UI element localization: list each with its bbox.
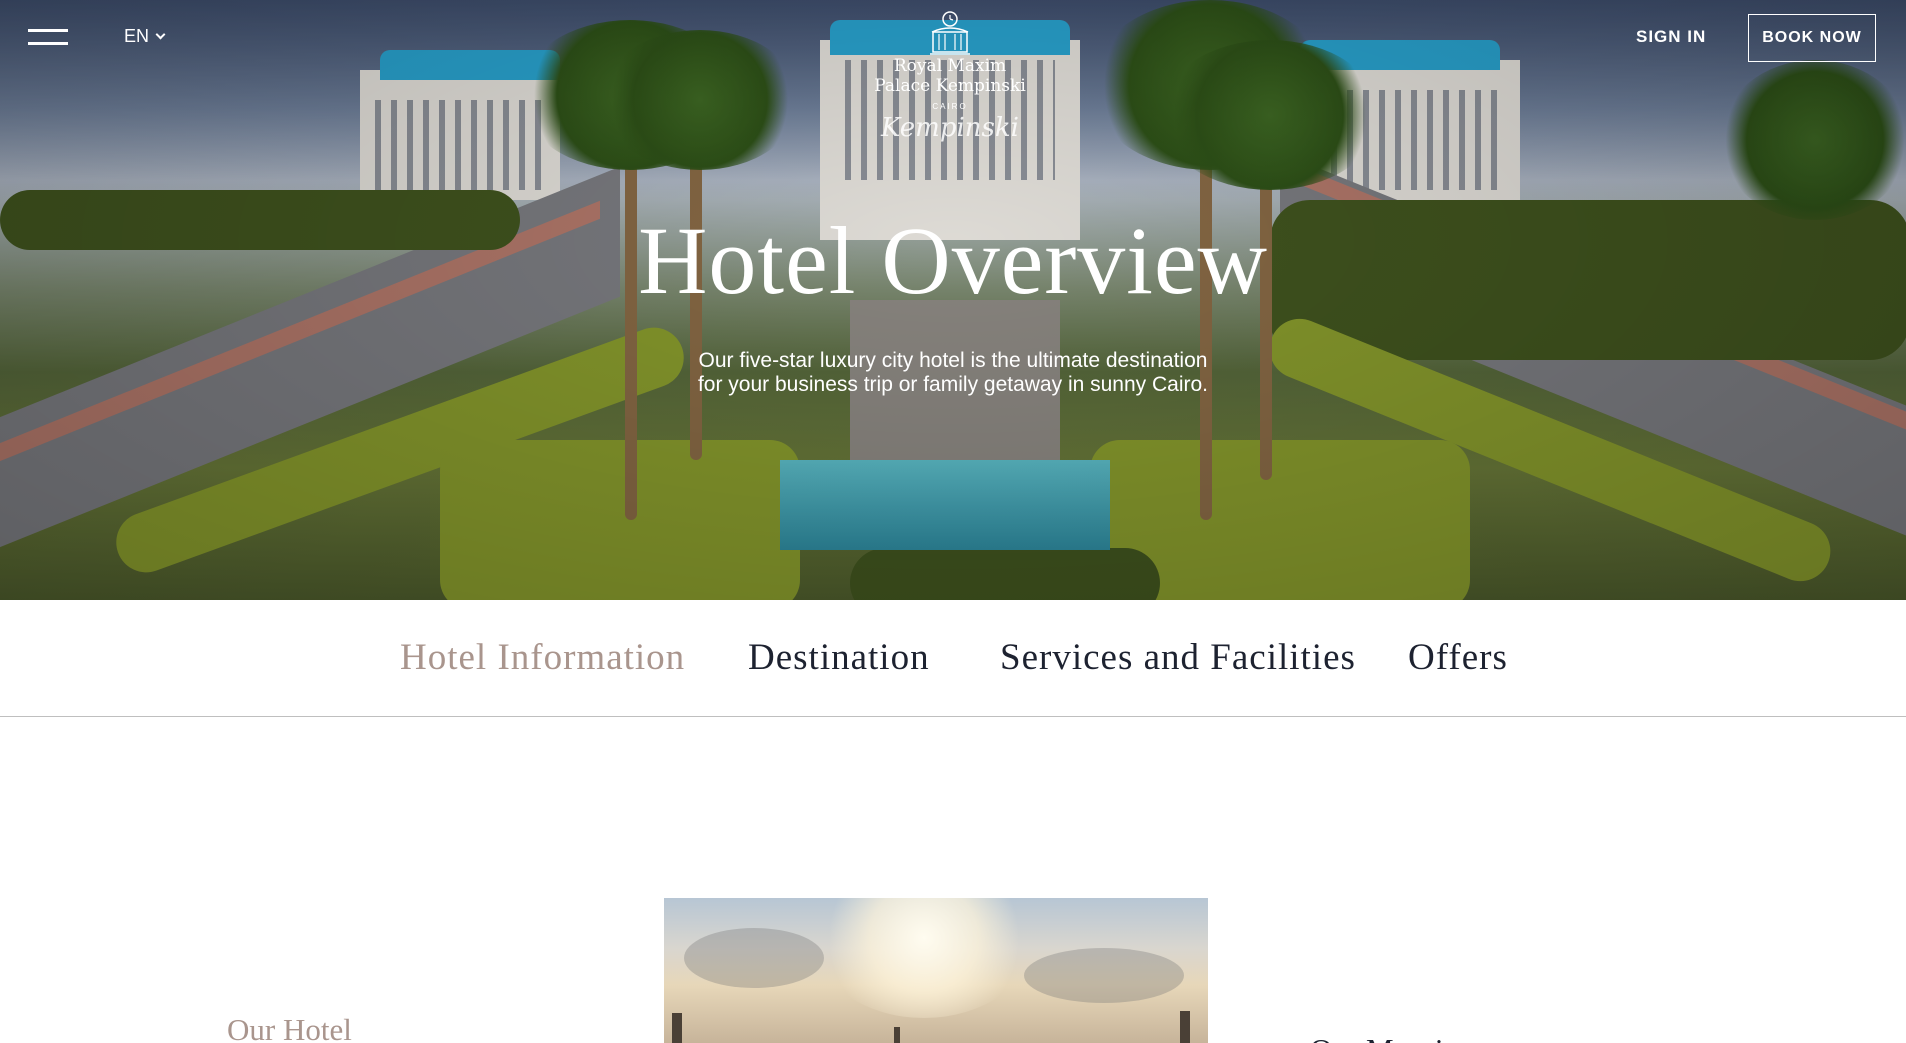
image-spire-right — [1180, 1011, 1190, 1043]
section-tabs: Hotel Information Destination Services a… — [0, 600, 1906, 717]
hamburger-icon-bar — [28, 42, 68, 45]
hero-subtitle-line2: for your business trip or family getaway… — [697, 373, 1209, 396]
hero-banner: EN Royal Maxim Palace Kempinski CAIRO Ke… — [0, 0, 1906, 600]
hotel-logo[interactable]: Royal Maxim Palace Kempinski CAIRO Kempi… — [860, 10, 1040, 143]
hero-subtitle-line1: Our five-star luxury city hotel is the u… — [698, 349, 1208, 372]
logo-script: Kempinski — [881, 113, 1019, 143]
logo-name-line2: Palace Kempinski — [874, 76, 1026, 96]
palace-emblem-icon — [930, 11, 970, 55]
section-heading-our-hotel: Our Hotel — [227, 1012, 352, 1043]
section-heading-our-mosaic: Our Mosaic — [1310, 1032, 1457, 1043]
hamburger-icon — [28, 29, 68, 32]
tab-offers[interactable]: Offers — [1408, 636, 1508, 679]
sign-in-link[interactable]: SIGN IN — [1636, 27, 1706, 47]
image-spire-left — [672, 1013, 682, 1043]
logo-name-line1: Royal Maxim — [893, 56, 1007, 76]
hotel-image — [664, 898, 1208, 1043]
hero-subtitle: Our five-star luxury city hotel is the u… — [653, 349, 1253, 397]
image-cloud — [684, 928, 824, 988]
language-label: EN — [124, 26, 150, 46]
chevron-down-icon — [155, 29, 166, 40]
tab-destination[interactable]: Destination — [748, 636, 930, 679]
book-now-button[interactable]: BOOK NOW — [1748, 14, 1876, 62]
tab-services-and-facilities[interactable]: Services and Facilities — [1000, 636, 1356, 679]
image-cloud — [1024, 948, 1184, 1003]
image-spire-mid — [894, 1027, 900, 1043]
tab-hotel-information[interactable]: Hotel Information — [400, 636, 685, 679]
logo-city: CAIRO — [932, 102, 968, 111]
image-sun-glow — [814, 898, 1034, 1018]
hamburger-menu-button[interactable] — [28, 29, 68, 49]
page-title: Hotel Overview — [638, 207, 1268, 314]
language-selector[interactable]: EN — [124, 26, 166, 47]
